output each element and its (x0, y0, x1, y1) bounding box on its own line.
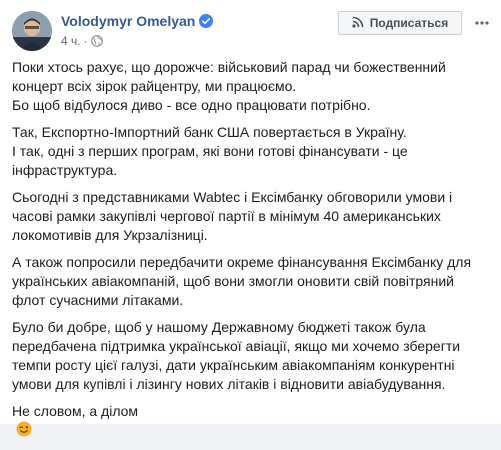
post-meta: 4 ч. · (61, 34, 103, 50)
post-text-line: Сьогодні з представниками Wabtec і Ексім… (12, 189, 453, 205)
rss-icon (352, 16, 364, 31)
post-timestamp[interactable]: 4 ч. (61, 34, 81, 48)
winking-face-emoji (16, 421, 490, 442)
post-text-line: І так, одні з перших програм, які вони г… (12, 143, 408, 159)
post-paragraph: Не словом, а ділом (12, 402, 490, 442)
author-name-link[interactable]: Volodymyr Omelyan (61, 13, 214, 31)
post-text-line: передбачена підтримка української авіаці… (12, 338, 461, 354)
post-text-line: інфраструктура. (12, 162, 118, 178)
subscribe-button[interactable]: Подписаться (338, 11, 462, 35)
post-paragraph: Було би добре, щоб у нашому Державному б… (12, 318, 490, 394)
post-text-line-with-emoji: Не словом, а ділом (12, 402, 490, 442)
author-avatar[interactable] (12, 11, 52, 51)
post-text-line: А також попросили передбачити окреме фін… (12, 254, 472, 270)
post-text-line: українських авіакомпаній, щоб вони змогл… (12, 273, 454, 289)
post-text-line: локомотивів для Укрзалізниці. (12, 227, 208, 243)
post-body: Поки хтось рахує, що дорожче: військовий… (12, 58, 490, 450)
author-name[interactable]: Volodymyr Omelyan (61, 13, 195, 29)
post-text-line: Не словом, а ділом (12, 403, 139, 419)
verified-badge-icon (199, 14, 214, 31)
post-text-line: Бо щоб відбулося диво - все одно працюва… (12, 97, 371, 113)
meta-separator: · (83, 34, 88, 48)
more-options-icon[interactable] (472, 11, 492, 35)
subscribe-label[interactable]: Подписаться (370, 16, 448, 30)
post-text-line: часові рамки закупівлі чергової партії в… (12, 208, 441, 224)
post-card: Volodymyr Omelyan 4 ч. · Подписаться Поки… (0, 0, 501, 437)
post-paragraph: Так, Експортно-Імпортний банк США поверт… (12, 123, 490, 180)
post-paragraph: А також попросили передбачити окреме фін… (12, 253, 490, 310)
post-text-line: флот сучасними літаками. (12, 292, 184, 308)
post-text-line: умови для купівлі і лізингу нових літакі… (12, 376, 446, 392)
avatar-image (12, 11, 52, 51)
post-paragraph: Поки хтось рахує, що дорожче: військовий… (12, 58, 490, 115)
post-paragraph: Сьогодні з представниками Wabtec і Ексім… (12, 188, 490, 245)
post-text-line: Було би добре, щоб у нашому Державному б… (12, 319, 426, 335)
post-text-line: Поки хтось рахує, що дорожче: військовий… (12, 59, 446, 75)
post-text-line: концерт всіх зірок райцентру, ми працюєм… (12, 78, 297, 94)
post-text-line: темпи росту цієї галузі, дати українськи… (12, 357, 455, 373)
globe-icon[interactable] (90, 35, 103, 50)
post-text-line: Так, Експортно-Імпортний банк США поверт… (12, 124, 407, 140)
